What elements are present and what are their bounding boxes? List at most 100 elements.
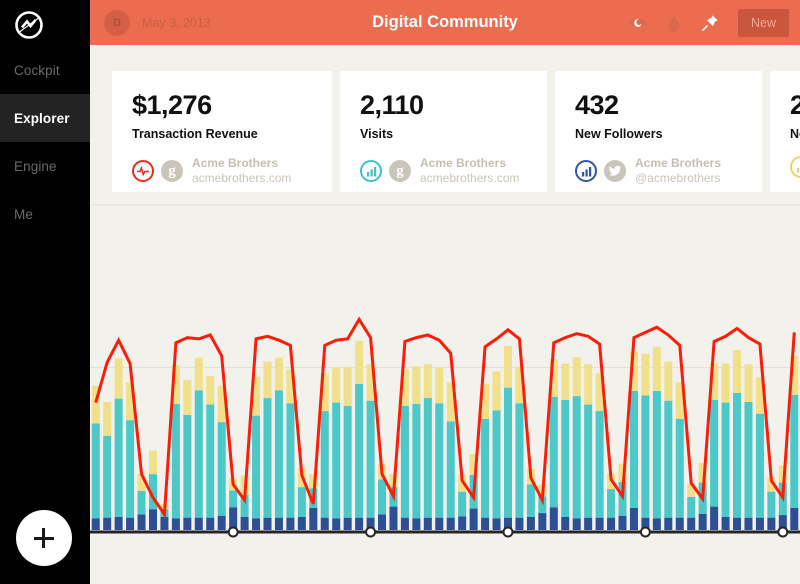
bar-chart-icon [790,156,800,178]
bar-segment [114,398,123,517]
bar-segment [160,517,169,530]
pin-icon[interactable] [700,13,720,33]
bar-segment [355,383,364,518]
kpi-label: Transaction Revenue [132,127,258,141]
bar-segment [687,517,696,530]
bar-segment [423,517,432,530]
bar-segment [503,346,512,388]
x-tick-marker [639,526,651,538]
bar-segment [332,402,341,519]
stacked-bar-chart[interactable] [90,200,800,584]
bar-segment [423,398,432,518]
bar-segment [252,518,261,530]
bar-segment [767,491,776,518]
new-button[interactable]: New [737,8,789,37]
bar-segment [733,349,742,393]
kpi-value: 2,110 [360,90,424,120]
kpi-card[interactable]: 2,110 Visits g Acme Brothers acmebrother… [340,71,547,192]
kpi-footer: g Acme Brothers acmebrothers.com [132,156,291,186]
x-tick-marker [227,526,239,538]
bar-segment [469,508,478,530]
bar-segment [217,422,226,516]
google-icon: g [389,160,411,182]
bar-segment [595,411,604,518]
sidebar-item-explorer[interactable]: Explorer [0,94,90,142]
x-tick-marker [365,526,377,538]
bar-segment [103,401,112,436]
bar-segment [710,506,719,530]
x-tick-marker [777,526,789,538]
bar-segment [343,405,352,518]
bar-segment [332,518,341,530]
bar-segment [286,517,295,530]
kpi-source-name: Acme Brothers [192,156,279,170]
bar-segment [194,357,203,391]
kpi-source: Acme Brothers acmebrothers.com [192,156,291,186]
bar-segment [607,517,616,530]
bar-segment [572,396,581,519]
bar-segment [114,358,123,399]
kpi-card[interactable]: 432 New Followers Acme Brothers @acmebro… [555,71,762,192]
bar-segment [595,517,604,530]
bar-segment [148,509,157,530]
bar-segment [664,400,673,518]
sidebar-item-engine[interactable]: Engine [0,142,90,190]
bar-segment [355,340,364,384]
bar-segment [137,514,146,530]
bar-segment [526,517,535,530]
bar-segment [332,367,341,403]
kpi-value: 432 [575,90,619,120]
bar-segment [320,411,329,518]
sidebar-item-me[interactable]: Me [0,190,90,238]
kpi-footer: g Acme Brothers acmebrothers.com [360,156,519,186]
kpi-card-strip: $1,276 Transaction Revenue g Acme Brothe… [90,45,800,200]
bar-segment [584,404,593,518]
bar-segment [481,517,490,530]
google-icon: g [161,160,183,182]
bar-segment [652,390,661,519]
bar-segment [126,420,135,518]
sidebar-item-label: Engine [14,158,57,174]
bar-segment [309,507,318,530]
bar-segment [572,357,581,397]
bar-segment [378,479,387,515]
bar-segment [355,517,364,530]
kpi-card[interactable]: $1,276 Transaction Revenue g Acme Brothe… [112,71,332,192]
droplet-icon[interactable] [664,13,684,33]
bar-segment [492,371,501,411]
bar-segment [572,518,581,530]
bar-segment [503,387,512,518]
eye-icon[interactable] [628,13,648,33]
bar-segment [629,390,638,508]
bar-segment [240,517,249,530]
bar-segment [664,517,673,530]
bar-segment [549,396,558,508]
bar-segment [458,516,467,530]
add-button[interactable] [16,510,72,566]
bar-segment [206,517,215,530]
bar-segment [744,401,753,518]
sidebar: Cockpit Explorer Engine Me [0,0,90,584]
kpi-source-handle: acmebrothers.com [192,171,292,185]
bar-segment [584,364,593,405]
bar-segment [744,364,753,402]
bar-segment [733,392,742,518]
sidebar-item-label: Me [14,206,33,222]
avatar[interactable]: D [104,9,130,36]
bar-segment [400,517,409,530]
kpi-value: $1,276 [132,90,212,120]
header-actions: New [628,8,800,37]
bar-segment [710,400,719,507]
twitter-icon [604,160,626,182]
bar-segment [687,496,696,518]
kpi-card[interactable]: 2 Ne [770,71,800,192]
bar-segment [515,517,524,530]
app-root: Cockpit Explorer Engine Me D May 3, 2013… [0,0,800,584]
bar-segment [446,517,455,530]
kpi-source: Acme Brothers acmebrothers.com [420,156,519,186]
bar-segment [526,484,535,517]
app-logo-icon[interactable] [12,8,46,42]
bar-segment [263,398,272,518]
bar-segment [252,415,261,519]
sidebar-item-cockpit[interactable]: Cockpit [0,46,90,94]
